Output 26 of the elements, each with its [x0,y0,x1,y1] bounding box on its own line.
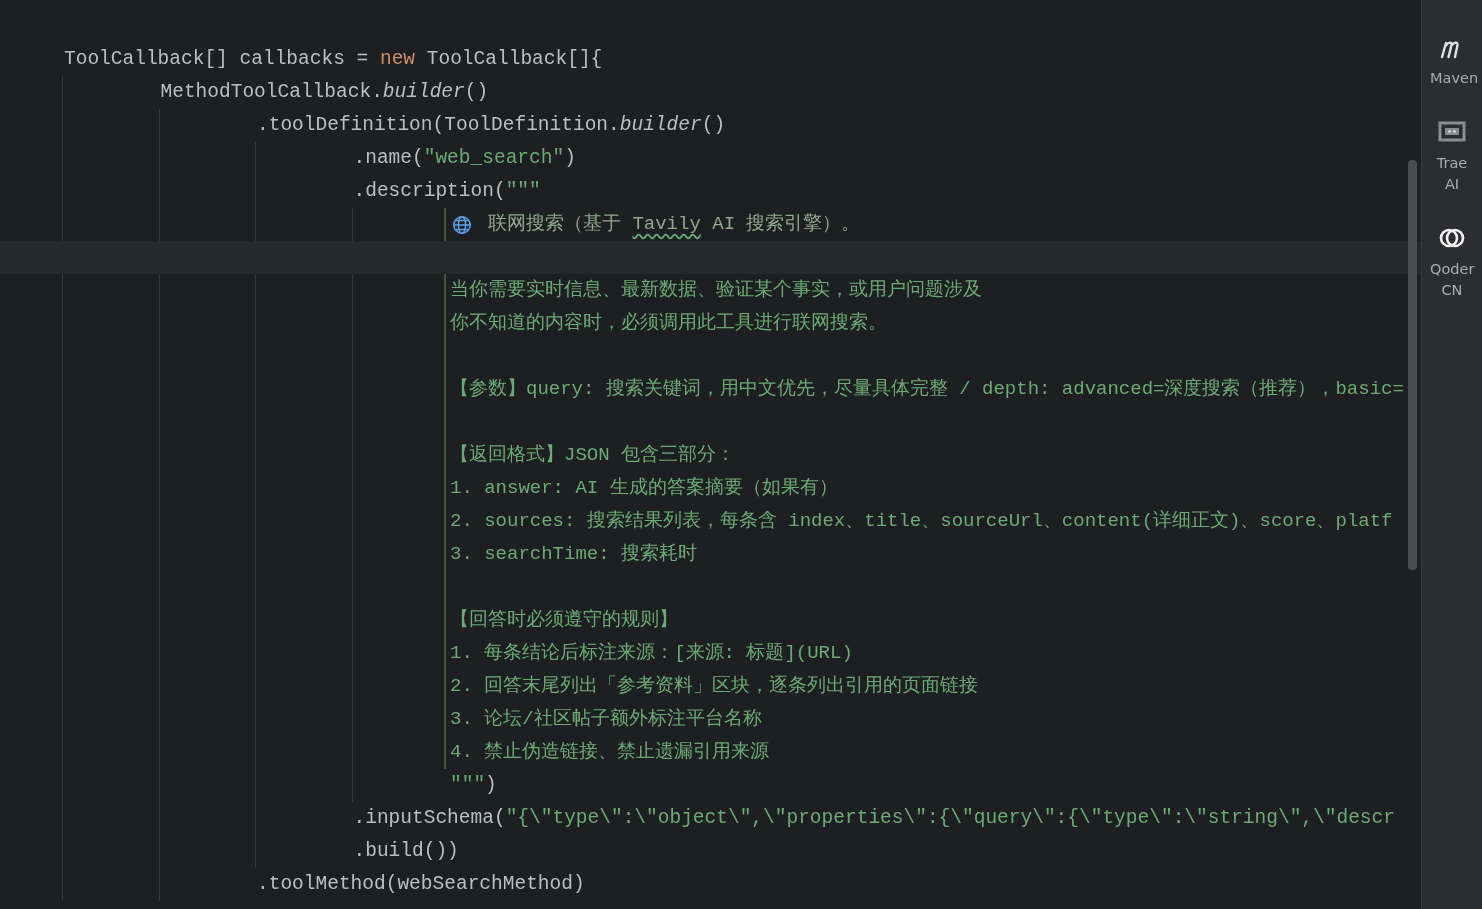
code-line: .build()) [353,839,459,864]
code-line: .inputSchema("{\"type\":\"object\",\"properties\":{\"query\":{\"type\":\"string\",\"descr [353,806,1395,831]
code-line: .toolDefinition(ToolDefinition.builder() [257,113,726,138]
globe-icon [452,214,472,235]
doc-text: 3. 论坛/社区帖子额外标注平台名称 [450,707,762,732]
code-line: .name("web_search") [353,146,576,171]
code-line: ToolCallback[] callbacks = new ToolCallback[]{ [64,47,603,72]
code-line: """) [450,773,497,798]
doc-text: 3. searchTime: 搜索耗时 [450,542,698,567]
doc-text: 当你需要实时信息、最新数据、验证某个事实，或用户问题涉及 [450,278,982,303]
doc-text: 2. sources: 搜索结果列表，每条含 index、title、sourceUrl、content(详细正文)、score、platf [450,509,1393,534]
doc-text: 【返回格式】JSON 包含三部分： [450,443,735,468]
scrollbar[interactable] [1408,160,1417,570]
code-line: .toolMethod(webSearchMethod) [257,872,585,897]
doc-text: 你不知道的内容时，必须调用此工具进行联网搜索。 [450,311,887,336]
doc-text: 联网搜索（基于 Tavily AI 搜索引擎）。 [488,212,861,237]
code-line: MethodToolCallback.builder() [160,80,489,105]
doc-text: 【回答时必须遵守的规则】 [450,608,678,633]
doc-text: 2. 回答末尾列出「参考资料」区块，逐条列出引用的页面链接 [450,674,979,699]
doc-text: 1. 每条结论后标注来源：[来源: 标题](URL) [450,641,853,666]
tool-window-label[interactable]: Qoder CN [1430,259,1474,301]
doc-text: 1. answer: AI 生成的答案摘要（如果有） [450,476,838,501]
tool-window-label[interactable]: Trae AI [1430,153,1474,195]
doc-text: 【参数】query: 搜索关键词，用中文优先，尽量具体完整 / depth: advanced=深度搜索（推荐），basic= [450,377,1404,402]
doc-text: 4. 禁止伪造链接、禁止遗漏引用来源 [450,740,770,765]
code-line: .description(""" [353,179,541,204]
